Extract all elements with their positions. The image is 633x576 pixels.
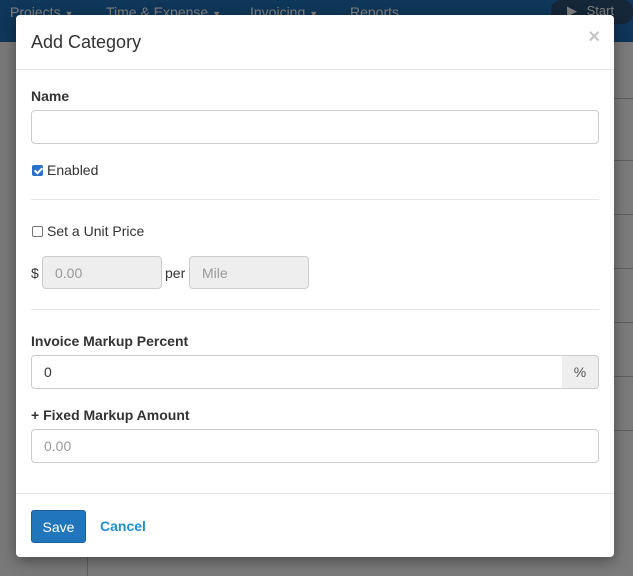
enabled-checkbox[interactable]: [32, 164, 43, 176]
close-icon[interactable]: ×: [588, 27, 600, 47]
unit-input[interactable]: [189, 256, 309, 289]
add-category-dialog: Add Category × Name Enabled Set a Unit P…: [16, 15, 614, 557]
modal-title: Add Category: [31, 32, 142, 52]
percent-addon: %: [562, 355, 599, 389]
save-button[interactable]: Save: [31, 510, 86, 543]
section-divider: [31, 199, 599, 200]
fixed-markup-label: + Fixed Markup Amount: [31, 407, 190, 423]
cancel-link[interactable]: Cancel: [100, 518, 146, 534]
unit-price-checkbox-row[interactable]: Set a Unit Price: [31, 223, 144, 239]
invoice-markup-label: Invoice Markup Percent: [31, 333, 189, 349]
section-divider: [31, 309, 599, 310]
invoice-markup-input[interactable]: [31, 355, 563, 389]
enabled-checkbox-row[interactable]: Enabled: [31, 162, 98, 178]
per-label: per: [165, 265, 186, 281]
unit-price-label: Set a Unit Price: [47, 223, 145, 239]
modal-header: Add Category ×: [16, 15, 614, 70]
enabled-label: Enabled: [47, 162, 99, 178]
name-label: Name: [31, 88, 70, 104]
modal-footer: Save Cancel: [16, 493, 614, 557]
name-input[interactable]: [31, 110, 599, 144]
unit-price-input[interactable]: [42, 256, 162, 289]
currency-symbol: $: [31, 265, 39, 281]
fixed-markup-input[interactable]: [31, 429, 599, 463]
unit-price-checkbox[interactable]: [32, 225, 43, 237]
